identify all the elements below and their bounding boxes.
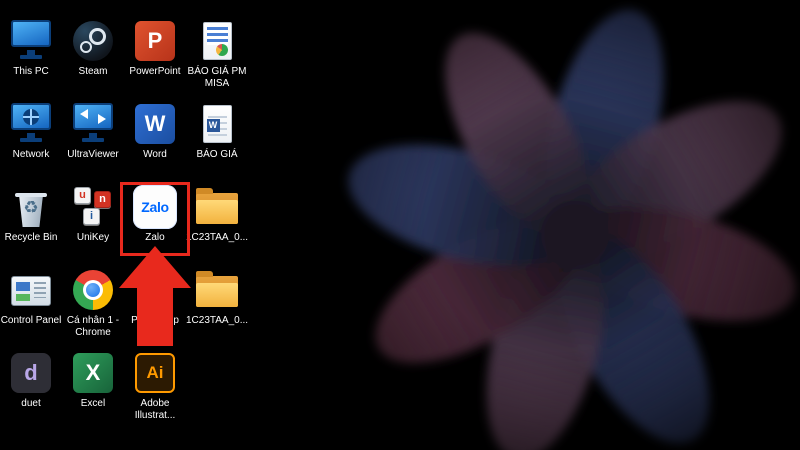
desktop-icon-label: 1C23TAA_0... [186, 232, 248, 244]
desktop-icon-control-panel[interactable]: Control Panel [0, 263, 62, 346]
control-panel-icon [9, 268, 53, 312]
desktop-icon-folder-1c23taa-b[interactable]: 1C23TAA_0... [186, 263, 248, 346]
desktop-icon-label: UltraViewer [67, 149, 119, 161]
desktop-icon-label: This PC [13, 66, 49, 78]
desktop-icon-label: Zalo [145, 232, 164, 244]
desktop-icon-label: PowerPoint [129, 66, 180, 78]
unikey-icon: uni [71, 185, 115, 229]
desktop-icon-excel[interactable]: X Excel [62, 346, 124, 429]
word-icon: W [133, 102, 177, 146]
desktop-icon-label: Cá nhân 1 - Chrome [62, 315, 124, 339]
desktop-icon-illustrator[interactable]: Ai Adobe Illustrat... [124, 346, 186, 429]
chrome-profile-icon [71, 268, 115, 312]
desktop-icon-label: Adobe Illustrat... [124, 398, 186, 422]
desktop-icon-label: Control Panel [1, 315, 62, 327]
photoshop-icon [133, 268, 177, 312]
folder-1c23taa-a-icon [195, 185, 239, 229]
desktop-icon-ultraviewer[interactable]: UltraViewer [62, 97, 124, 180]
recycle-bin-icon: ♻ [9, 185, 53, 229]
bao-gia-icon: W [195, 102, 239, 146]
powerpoint-icon: P [133, 19, 177, 63]
desktop-icon-label: Recycle Bin [5, 232, 58, 244]
excel-icon: X [71, 351, 115, 395]
zalo-icon: Zalo [133, 185, 177, 229]
desktop-icon-label: Photoshop [131, 315, 179, 327]
desktop-icon-recycle-bin[interactable]: ♻ Recycle Bin [0, 180, 62, 263]
duet-icon: d [9, 351, 53, 395]
desktop-icon-grid: This PC Steam P PowerPoint BÁO GIÁ PM MISA Ne… [0, 14, 248, 429]
desktop-icon-network[interactable]: Network [0, 97, 62, 180]
desktop-icon-label: Steam [79, 66, 108, 78]
desktop-icon-powerpoint[interactable]: P PowerPoint [124, 14, 186, 97]
desktop-icon-this-pc[interactable]: This PC [0, 14, 62, 97]
desktop-icon-zalo[interactable]: Zalo Zalo [124, 180, 186, 263]
desktop-icon-label: duet [21, 398, 40, 410]
network-icon [9, 102, 53, 146]
desktop-icon-label: Network [13, 149, 50, 161]
desktop-icon-label: Excel [81, 398, 105, 410]
desktop-icon-duet[interactable]: d duet [0, 346, 62, 429]
desktop-icon-label: 1C23TAA_0... [186, 315, 248, 327]
bao-gia-pm-misa-icon [195, 19, 239, 63]
desktop-icon-chrome-profile[interactable]: Cá nhân 1 - Chrome [62, 263, 124, 346]
this-pc-icon [9, 19, 53, 63]
desktop-icon-bao-gia-pm-misa[interactable]: BÁO GIÁ PM MISA [186, 14, 248, 97]
desktop-icon-unikey[interactable]: uni UniKey [62, 180, 124, 263]
desktop-icon-word[interactable]: W Word [124, 97, 186, 180]
folder-1c23taa-b-icon [195, 268, 239, 312]
desktop-icon-bao-gia[interactable]: W BÁO GIÁ [186, 97, 248, 180]
illustrator-icon: Ai [133, 351, 177, 395]
desktop-icon-folder-1c23taa-a[interactable]: 1C23TAA_0... [186, 180, 248, 263]
desktop-icon-steam[interactable]: Steam [62, 14, 124, 97]
desktop: This PC Steam P PowerPoint BÁO GIÁ PM MISA Ne… [0, 0, 800, 450]
desktop-icon-photoshop[interactable]: Photoshop [124, 263, 186, 346]
desktop-icon-label: Word [143, 149, 167, 161]
steam-icon [71, 19, 115, 63]
ultraviewer-icon [71, 102, 115, 146]
desktop-icon-label: UniKey [77, 232, 109, 244]
desktop-icon-label: BÁO GIÁ [196, 149, 237, 161]
desktop-icon-label: BÁO GIÁ PM MISA [186, 66, 248, 90]
wallpaper-bloom [320, 0, 800, 450]
